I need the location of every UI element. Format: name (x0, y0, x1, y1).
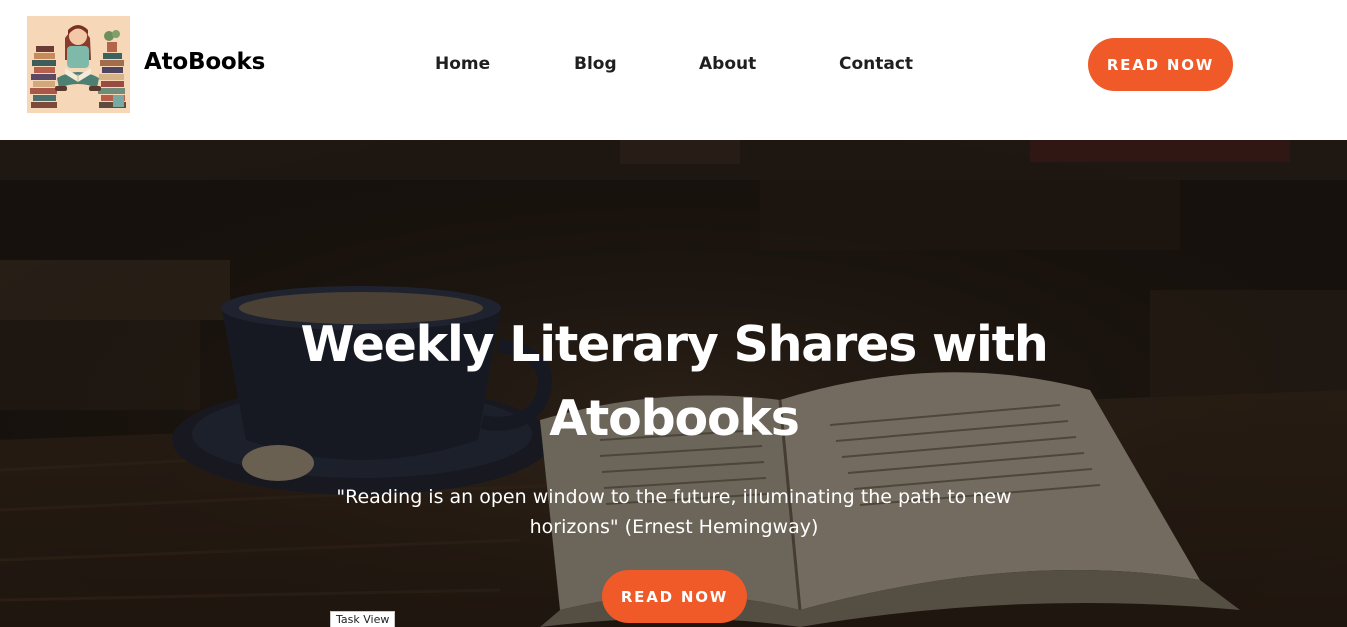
hero-section: Weekly Literary Shares with Atobooks "Re… (0, 140, 1347, 627)
nav-link-about[interactable]: About (699, 54, 756, 74)
logo-image[interactable] (27, 16, 130, 113)
task-view-tooltip: Task View (330, 611, 396, 627)
brand-name[interactable]: AtoBooks (144, 49, 265, 75)
nav-link-blog[interactable]: Blog (574, 54, 617, 74)
hero-quote: "Reading is an open window to the future… (300, 482, 1048, 542)
nav-link-home[interactable]: Home (435, 54, 490, 74)
hero-read-now-button[interactable]: READ NOW (602, 570, 747, 623)
hero-quote-line1: "Reading is an open window to the future… (336, 486, 1012, 508)
hero-title-line1: Weekly Literary Shares with (300, 316, 1048, 373)
hero-title: Weekly Literary Shares with Atobooks (250, 308, 1098, 456)
header-read-now-button[interactable]: READ NOW (1088, 38, 1233, 91)
hero-quote-line2: horizons" (Ernest Hemingway) (529, 516, 819, 538)
hero-title-line2: Atobooks (549, 390, 800, 447)
girl-reading-books-icon (27, 16, 130, 113)
site-header: AtoBooks Home Blog About Contact READ NO… (0, 0, 1347, 140)
nav-link-contact[interactable]: Contact (839, 54, 913, 74)
